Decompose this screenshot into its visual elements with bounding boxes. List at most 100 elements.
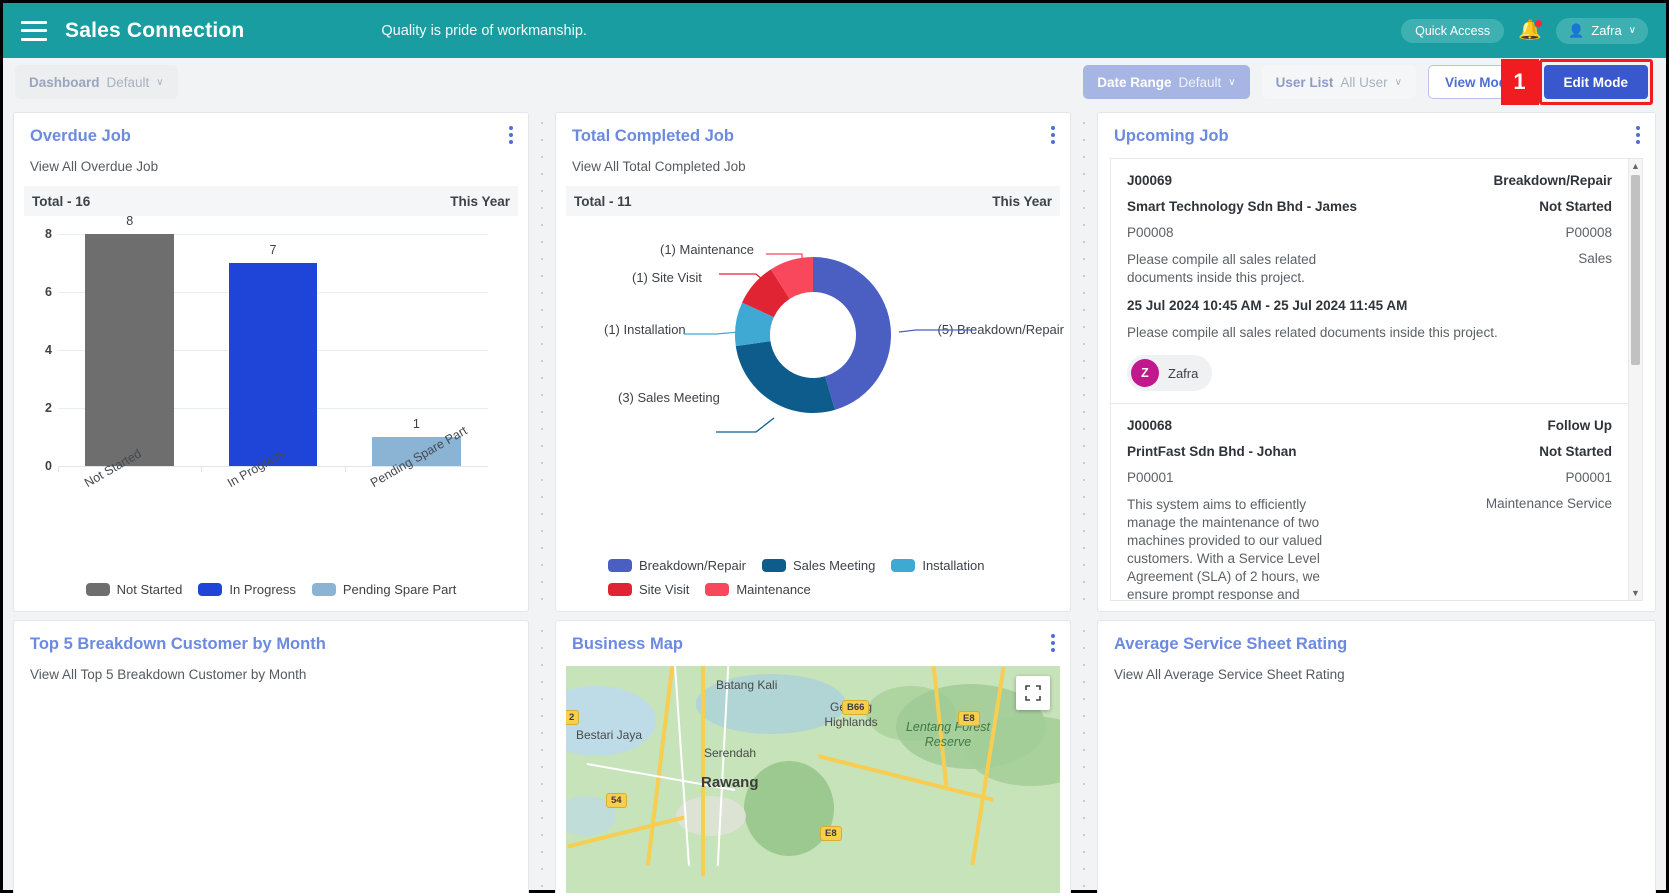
top-header-bar: Sales Connection Quality is pride of wor… <box>3 3 1666 58</box>
legend-swatch <box>705 583 730 596</box>
grid-gutter[interactable] <box>1071 112 1097 612</box>
job-field-right: Maintenance Service <box>1485 496 1612 511</box>
user-list-selector[interactable]: User List All User ∨ <box>1261 65 1416 99</box>
legend-item[interactable]: Not Started <box>85 582 183 597</box>
upcoming-job-item[interactable]: J00069 Breakdown/Repair Smart Technology S… <box>1111 159 1628 404</box>
app-brand-title: Sales Connection <box>65 18 245 42</box>
upcoming-job-list: J00069 Breakdown/Repair Smart Technology S… <box>1111 159 1628 600</box>
legend-label: Installation <box>922 558 985 573</box>
header-tagline: Quality is pride of workmanship. <box>381 22 587 39</box>
bar-series: 8 7 1 <box>58 214 488 466</box>
grid-gutter[interactable] <box>529 620 555 893</box>
top5-breakdown-header: Top 5 Breakdown Customer by Month View A… <box>14 621 528 682</box>
total-completed-job-period: This Year <box>992 193 1052 209</box>
top5-breakdown-card: Top 5 Breakdown Customer by Month View A… <box>13 620 529 893</box>
total-completed-job-menu-icon[interactable] <box>1051 126 1055 144</box>
scroll-up-arrow-icon[interactable]: ▲ <box>1629 159 1642 173</box>
scroll-down-arrow-icon[interactable]: ▼ <box>1629 586 1642 600</box>
hamburger-menu-icon[interactable] <box>21 20 47 41</box>
legend-item[interactable]: Installation <box>891 558 985 573</box>
map-label-lentang-forest-reserve: Lentang Forest Reserve <box>905 720 991 749</box>
business-map-canvas[interactable]: Batang Kali Genting Highlands Bestari Ja… <box>566 666 1060 893</box>
user-profile-menu[interactable]: 👤 Zafra ∨ <box>1556 17 1648 44</box>
legend-item[interactable]: In Progress <box>198 582 296 597</box>
job-assignee-chip[interactable]: Z Zafra <box>1127 355 1213 391</box>
dashboard-row-1: Overdue Job View All Overdue Job Total -… <box>13 112 1656 612</box>
legend-item[interactable]: Pending Spare Part <box>311 582 456 597</box>
toolbar-right-group: Date Range Default ∨ User List All User … <box>1083 59 1654 105</box>
job-detail-row: PrintFast Sdn Bhd - Johan Not Started <box>1127 444 1612 459</box>
total-completed-job-card: Total Completed Job View All Total Compl… <box>555 112 1071 612</box>
total-completed-job-view-all-link[interactable]: View All Total Completed Job <box>572 159 1054 174</box>
bar-slot: 8 <box>58 214 201 466</box>
legend-item[interactable]: Breakdown/Repair <box>608 558 746 573</box>
y-axis-tick: 6 <box>45 285 52 299</box>
overdue-job-menu-icon[interactable] <box>509 126 513 144</box>
job-detail-row: Smart Technology Sdn Bhd - James Not Star… <box>1127 199 1612 214</box>
job-field-left: Smart Technology Sdn Bhd - James <box>1127 199 1358 214</box>
date-range-selector[interactable]: Date Range Default ∨ <box>1083 65 1250 99</box>
date-range-value: Default <box>1178 74 1222 90</box>
average-service-rating-header: Average Service Sheet Rating View All Av… <box>1098 621 1655 682</box>
average-service-rating-view-all-link[interactable]: View All Average Service Sheet Rating <box>1114 667 1639 682</box>
overdue-job-card: Overdue Job View All Overdue Job Total -… <box>13 112 529 612</box>
map-label-rawang: Rawang <box>701 774 759 791</box>
overdue-job-title: Overdue Job <box>30 127 131 145</box>
top5-breakdown-view-all-link[interactable]: View All Top 5 Breakdown Customer by Mon… <box>30 667 512 682</box>
upcoming-job-menu-icon[interactable] <box>1636 126 1640 144</box>
legend-label: Site Visit <box>639 582 690 597</box>
edit-mode-button[interactable]: Edit Mode <box>1543 65 1648 99</box>
scrollbar-thumb[interactable] <box>1631 175 1640 365</box>
job-field-right: Not Started <box>1539 199 1612 214</box>
total-completed-job-total-bar: Total - 11 This Year <box>566 186 1060 216</box>
quick-access-button[interactable]: Quick Access <box>1401 18 1505 43</box>
overdue-job-total-bar: Total - 16 This Year <box>24 186 518 216</box>
legend-item[interactable]: Site Visit <box>608 582 689 597</box>
job-field-right: Follow Up <box>1547 418 1613 433</box>
upcoming-job-item[interactable]: J00068 Follow Up PrintFast Sdn Bhd - Johan… <box>1111 404 1628 600</box>
donut-slice-label: (1) Installation <box>604 322 686 337</box>
overdue-job-view-all-link[interactable]: View All Overdue Job <box>30 159 512 174</box>
donut-svg <box>735 257 891 413</box>
business-map-header: Business Map <box>556 621 1070 654</box>
business-map-card: Business Map Batang Kali Highlands Besta… <box>555 620 1071 893</box>
map-shield-b66: B66 <box>842 700 870 715</box>
notification-bell-icon[interactable]: 🔔 <box>1518 18 1544 43</box>
overdue-job-header: Overdue Job View All Overdue Job <box>14 113 528 174</box>
y-axis-tick: 0 <box>45 459 52 473</box>
legend-label: Sales Meeting <box>792 558 876 573</box>
map-shield-2: 2 <box>566 710 580 725</box>
date-range-label: Date Range <box>1097 74 1172 90</box>
notification-badge-dot <box>1534 18 1544 28</box>
donut-slice-label: (5) Breakdown/Repair <box>937 322 1064 337</box>
bar[interactable]: 7 <box>228 243 318 466</box>
upcoming-job-card: Upcoming Job J00069 Breakdown/Repair Smart… <box>1097 112 1656 612</box>
bar-chart-x-labels: Not Started In Progress Pending Spare Part <box>58 423 488 548</box>
upcoming-job-scrollbar[interactable]: ▲ ▼ <box>1628 159 1642 600</box>
completed-job-donut-chart: (5) Breakdown/Repair (3) Sales Meeting (1)… <box>556 222 1070 554</box>
chevron-down-icon: ∨ <box>1628 25 1636 36</box>
job-field-right: Not Started <box>1539 444 1612 459</box>
donut-slice-label: (1) Site Visit <box>632 270 702 285</box>
application-window: Sales Connection Quality is pride of wor… <box>0 0 1669 893</box>
job-field-left: P00001 <box>1127 470 1174 485</box>
dashboard-row-2: Top 5 Breakdown Customer by Month View A… <box>13 620 1656 893</box>
dashboard-selector[interactable]: Dashboard Default ∨ <box>15 65 178 99</box>
legend-item[interactable]: Maintenance <box>705 582 811 597</box>
donut-slice-label: (1) Maintenance <box>660 242 754 257</box>
legend-item[interactable]: Sales Meeting <box>761 558 876 573</box>
job-field-right: P00008 <box>1565 225 1612 240</box>
bar[interactable]: 8 <box>85 214 175 466</box>
panel-total-completed-job: Total Completed Job View All Total Compl… <box>555 112 1071 612</box>
bar-chart-plot-area: 0 2 4 6 8 8 7 1 <box>45 214 488 473</box>
grid-gutter[interactable] <box>529 112 555 612</box>
grid-gutter[interactable] <box>1071 620 1097 893</box>
legend-label: Not Started <box>116 582 183 597</box>
map-label-serendah: Serendah <box>704 746 757 760</box>
fullscreen-icon[interactable] <box>1016 676 1050 710</box>
bar-value-label: 1 <box>412 417 420 431</box>
business-map-menu-icon[interactable] <box>1051 634 1055 652</box>
job-detail-row: J00069 Breakdown/Repair <box>1127 173 1612 188</box>
donut-slice[interactable] <box>735 341 835 413</box>
donut-chart-legend: Breakdown/Repair Sales Meeting Installatio… <box>598 554 1028 611</box>
